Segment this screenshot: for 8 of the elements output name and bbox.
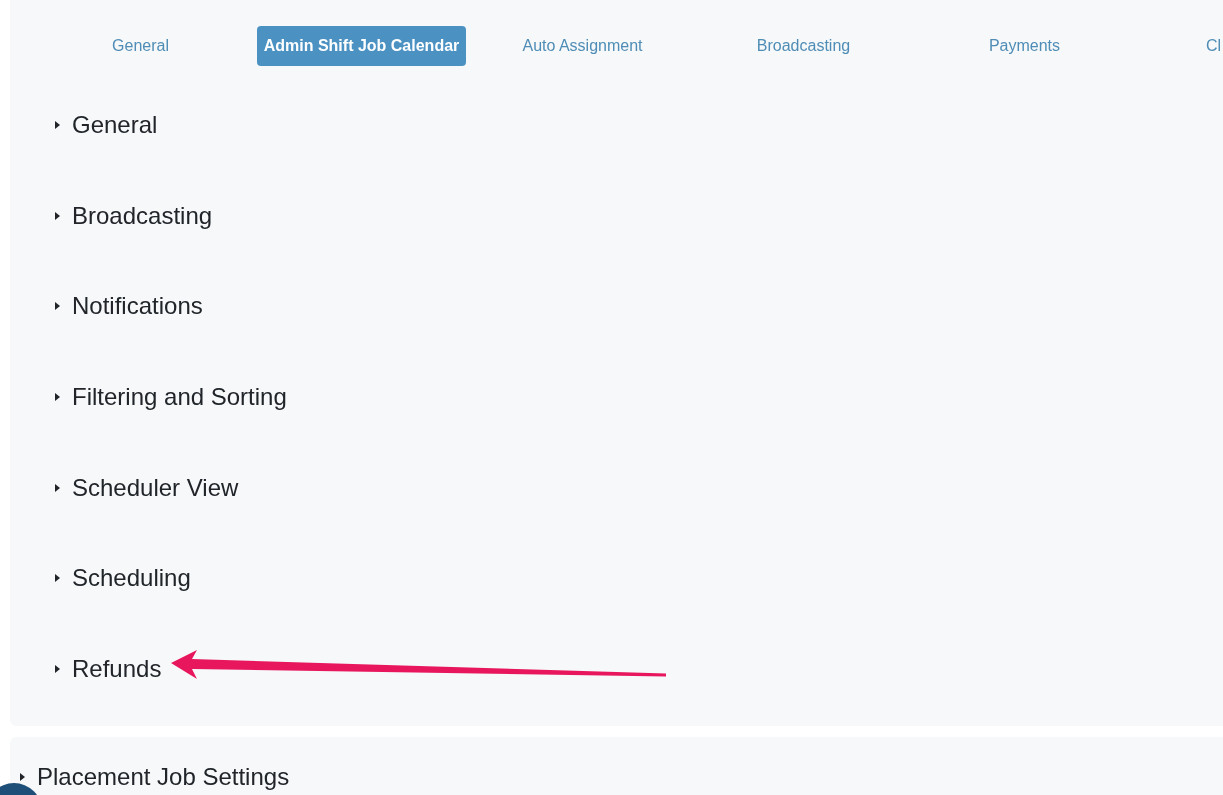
accordion-toggle[interactable]: Filtering and Sorting [55, 381, 287, 412]
accordion-toggle[interactable]: Scheduler View [55, 472, 239, 503]
accordion-toggle[interactable]: Scheduling [55, 563, 191, 594]
accordion-toggle[interactable]: Broadcasting [55, 200, 213, 231]
accordion-toggle[interactable]: Refunds [55, 653, 162, 684]
accordion-toggle[interactable]: General [55, 110, 158, 140]
accordion-toggle[interactable]: Notifications [55, 291, 203, 322]
accordion-toggle[interactable]: Placement Job Settings [20, 761, 290, 792]
